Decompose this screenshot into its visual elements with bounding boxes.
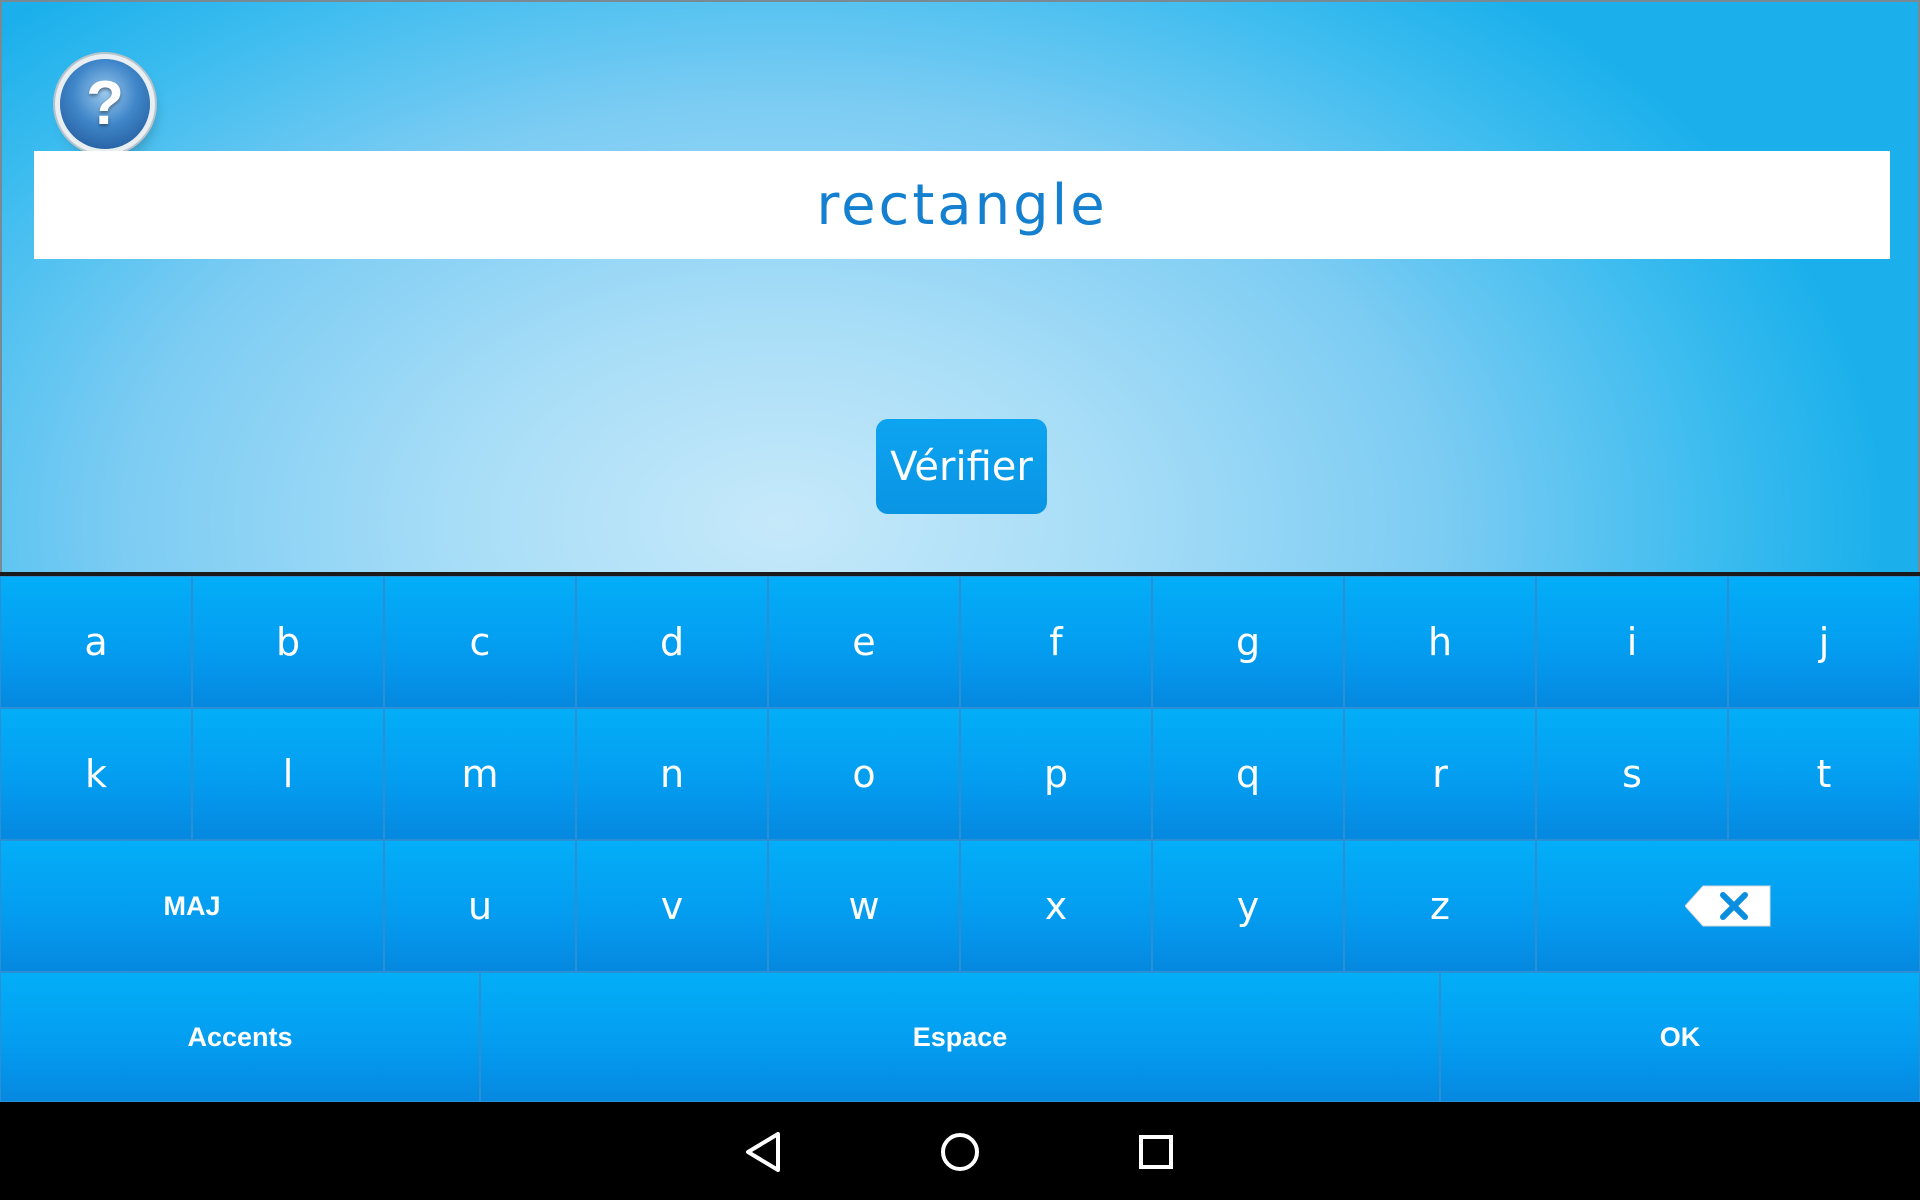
shift-key[interactable]: MAJ: [0, 840, 384, 972]
key-y[interactable]: y: [1152, 840, 1344, 972]
key-label: w: [848, 884, 880, 928]
key-label: l: [282, 752, 294, 796]
key-label: e: [852, 620, 876, 664]
key-q[interactable]: q: [1152, 708, 1344, 840]
question-mark-icon: ?: [86, 69, 124, 138]
ok-key[interactable]: OK: [1440, 972, 1920, 1102]
key-label: p: [1043, 752, 1069, 796]
key-l[interactable]: l: [192, 708, 384, 840]
key-label: c: [469, 620, 491, 664]
key-label: u: [467, 884, 493, 928]
key-label: d: [659, 620, 685, 664]
key-w[interactable]: w: [768, 840, 960, 972]
key-h[interactable]: h: [1344, 576, 1536, 708]
key-i[interactable]: i: [1536, 576, 1728, 708]
key-label: j: [1818, 620, 1830, 664]
key-x[interactable]: x: [960, 840, 1152, 972]
key-z[interactable]: z: [1344, 840, 1536, 972]
key-label: m: [461, 752, 499, 796]
key-t[interactable]: t: [1728, 708, 1920, 840]
key-j[interactable]: j: [1728, 576, 1920, 708]
key-n[interactable]: n: [576, 708, 768, 840]
key-s[interactable]: s: [1536, 708, 1728, 840]
key-r[interactable]: r: [1344, 708, 1536, 840]
key-label: f: [1049, 620, 1063, 664]
verify-button[interactable]: Vérifier: [876, 419, 1047, 514]
key-label: n: [659, 752, 685, 796]
key-label: i: [1626, 620, 1638, 664]
key-label: s: [1622, 752, 1642, 796]
help-button[interactable]: ?: [60, 59, 150, 149]
key-p[interactable]: p: [960, 708, 1152, 840]
key-label: t: [1816, 752, 1832, 796]
screen: ? rectangle Vérifier a b c d e f g h i j…: [0, 0, 1920, 1200]
key-label: o: [852, 752, 876, 796]
space-label: Espace: [912, 1021, 1008, 1052]
key-e[interactable]: e: [768, 576, 960, 708]
ok-label: OK: [1659, 1021, 1701, 1052]
app-area: ? rectangle Vérifier: [0, 0, 1920, 574]
key-label: a: [84, 620, 108, 664]
key-k[interactable]: k: [0, 708, 192, 840]
backspace-icon: [1685, 885, 1771, 927]
key-b[interactable]: b: [192, 576, 384, 708]
key-label: v: [660, 884, 684, 928]
back-button[interactable]: [734, 1122, 794, 1182]
key-label: x: [1044, 884, 1068, 928]
key-f[interactable]: f: [960, 576, 1152, 708]
key-label: h: [1427, 620, 1453, 664]
key-m[interactable]: m: [384, 708, 576, 840]
key-d[interactable]: d: [576, 576, 768, 708]
key-o[interactable]: o: [768, 708, 960, 840]
key-label: g: [1235, 620, 1261, 664]
key-v[interactable]: v: [576, 840, 768, 972]
navigation-bar: [0, 1102, 1920, 1200]
key-g[interactable]: g: [1152, 576, 1344, 708]
key-label: k: [84, 752, 107, 796]
home-circle-icon: [941, 1133, 979, 1171]
key-label: q: [1235, 752, 1261, 796]
key-u[interactable]: u: [384, 840, 576, 972]
on-screen-keyboard: a b c d e f g h i j k l m n o p q r s t …: [0, 576, 1920, 1102]
key-label: z: [1430, 884, 1450, 928]
recents-button[interactable]: [1126, 1122, 1186, 1182]
word-text: rectangle: [816, 172, 1108, 238]
key-c[interactable]: c: [384, 576, 576, 708]
recents-square-icon: [1139, 1135, 1173, 1169]
accents-key[interactable]: Accents: [0, 972, 480, 1102]
home-button[interactable]: [930, 1122, 990, 1182]
space-key[interactable]: Espace: [480, 972, 1440, 1102]
key-a[interactable]: a: [0, 576, 192, 708]
key-label: b: [275, 620, 301, 664]
back-triangle-icon: [746, 1132, 780, 1172]
backspace-key[interactable]: [1536, 840, 1920, 972]
word-display: rectangle: [34, 151, 1890, 259]
accents-label: Accents: [187, 1021, 293, 1052]
key-label: y: [1236, 884, 1260, 928]
key-label: r: [1432, 752, 1448, 796]
shift-label: MAJ: [163, 890, 221, 921]
